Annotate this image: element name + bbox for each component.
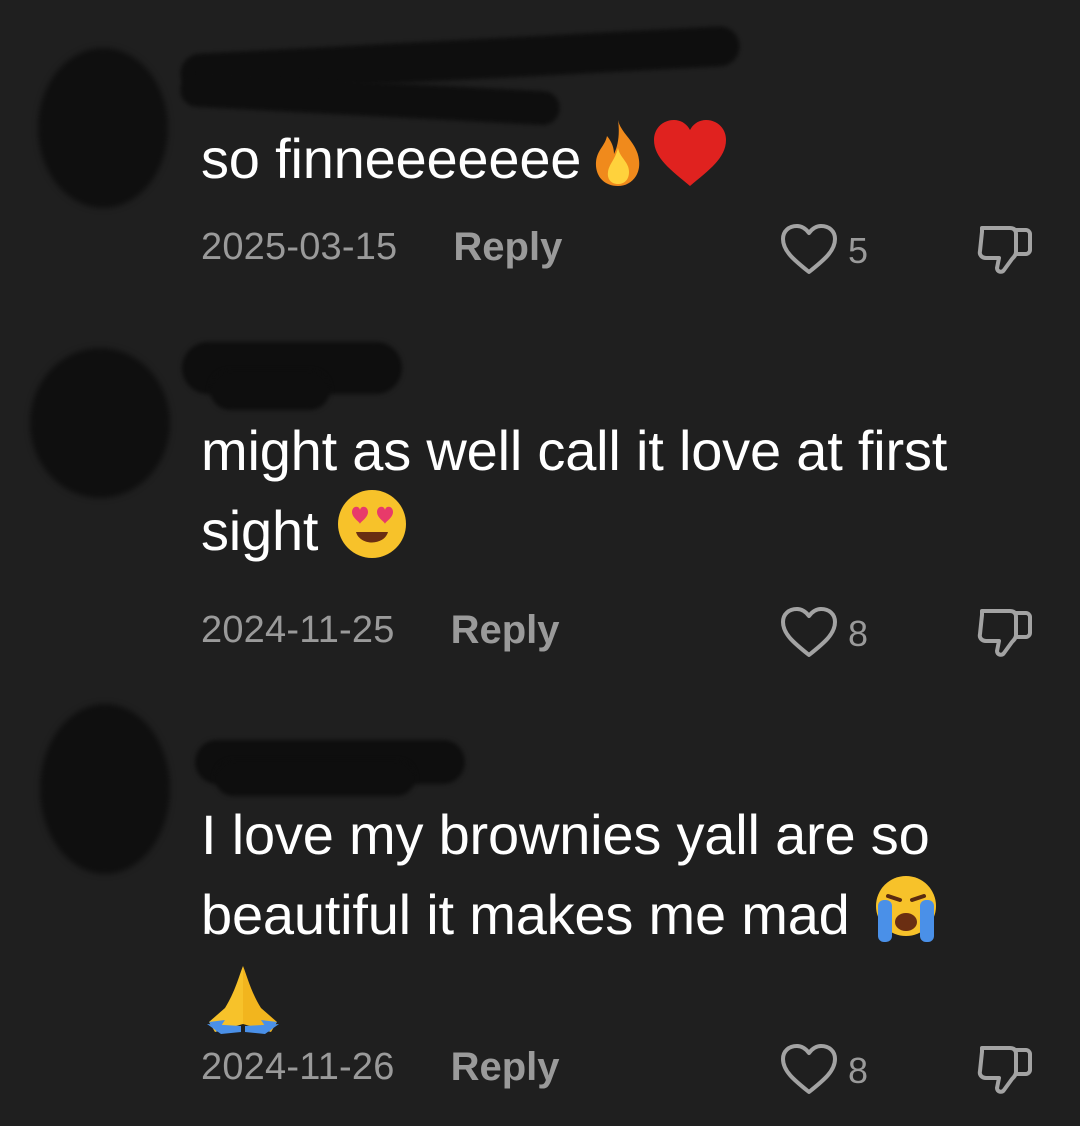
folded-hands-emoji (205, 962, 281, 1052)
dislike-button[interactable] (975, 608, 1035, 659)
comment-body: so finneeeeeee (201, 127, 582, 190)
like-count: 8 (848, 613, 869, 654)
thumbs-down-icon (976, 1042, 1034, 1101)
comment-date: 2024-11-26 (201, 1045, 395, 1088)
like-count: 8 (848, 1050, 869, 1091)
reply-button[interactable]: Reply (453, 225, 562, 270)
comment-text: I love my brownies yall are so beautiful… (201, 797, 1021, 1052)
dislike-button[interactable] (975, 1045, 1035, 1096)
heart-outline-icon (780, 223, 838, 280)
comment-date: 2025-03-15 (201, 225, 398, 268)
like-count: 5 (848, 230, 869, 271)
heart-outline-icon (780, 606, 838, 663)
thumbs-down-icon (976, 605, 1034, 664)
comment-meta: 2024-11-25 Reply (201, 605, 560, 655)
comment-body: I love my brownies yall are so beautiful… (201, 803, 930, 946)
avatar[interactable] (30, 348, 170, 498)
heart-eyes-emoji (334, 488, 410, 578)
loudly-crying-emoji (868, 872, 944, 962)
comment-meta: 2025-03-15 Reply (201, 222, 562, 272)
comment-body: might as well call it love at first sigh… (201, 419, 948, 562)
dislike-button[interactable] (975, 225, 1035, 276)
heart-outline-icon (780, 1043, 838, 1100)
like-button[interactable]: 8 (780, 606, 869, 659)
fire-emoji (587, 118, 649, 206)
comment-text: so finneeeeeee (201, 118, 1021, 206)
reply-button[interactable]: Reply (451, 608, 560, 653)
comment-date: 2024-11-25 (201, 608, 395, 651)
avatar[interactable] (40, 704, 170, 874)
comment-item: I love my brownies yall are so beautiful… (0, 700, 1080, 1126)
reply-button[interactable]: Reply (451, 1045, 560, 1090)
comment-item: might as well call it love at first sigh… (0, 300, 1080, 700)
like-button[interactable]: 8 (780, 1043, 869, 1096)
comment-item: so finneeeeeee 2025-03-15 Reply 5 (0, 0, 1080, 300)
red-heart-emoji (651, 118, 729, 206)
thumbs-down-icon (976, 222, 1034, 281)
like-button[interactable]: 5 (780, 223, 869, 276)
comment-text: might as well call it love at first sigh… (201, 413, 1021, 578)
comment-meta: 2024-11-26 Reply (201, 1042, 560, 1092)
username-redacted (215, 760, 415, 796)
username-redacted (210, 370, 330, 410)
avatar[interactable] (38, 48, 168, 208)
